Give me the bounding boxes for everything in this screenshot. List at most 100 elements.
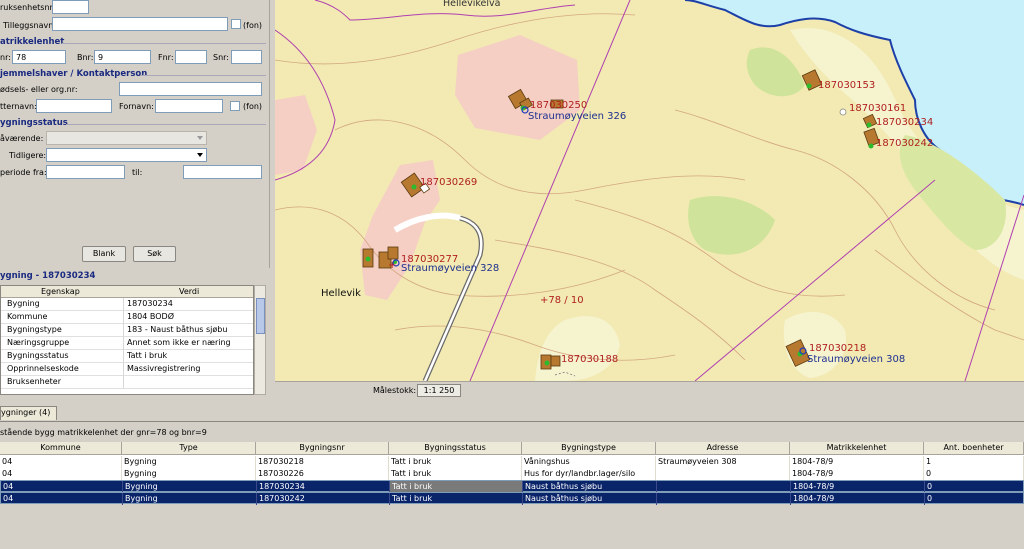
table-cell xyxy=(657,493,791,505)
scrollbar-thumb[interactable] xyxy=(256,298,265,334)
building-187030188-annex[interactable] xyxy=(550,355,561,367)
property-row[interactable]: Bygningsstatus Tatt i bruk xyxy=(1,350,253,363)
results-table: Kommune Type Bygningsnr Bygningsstatus Bygni… xyxy=(0,442,1024,505)
column-header[interactable]: Bygningstype xyxy=(522,442,656,455)
table-cell: Våningshus xyxy=(522,456,656,468)
tilleggsnavn-input[interactable] xyxy=(52,17,228,31)
bruksenhetsnr-input[interactable] xyxy=(52,0,89,14)
tidligere-select[interactable] xyxy=(46,148,207,162)
properties-scrollbar[interactable] xyxy=(254,285,266,395)
property-row[interactable]: Opprinnelseskode Massivregistrering xyxy=(1,363,253,376)
table-cell: 0 xyxy=(925,493,1024,505)
property-value: 187030234 xyxy=(127,299,173,308)
scale-field[interactable]: 1:1 250 xyxy=(417,384,461,397)
table-cell: 1804-78/9 xyxy=(791,493,925,505)
properties-grid: Egenskap Verdi Bygning 187030234 Kommune 18… xyxy=(0,285,254,395)
periode-fra-input[interactable] xyxy=(46,165,125,179)
plot-area xyxy=(455,35,580,140)
map-view[interactable]: + Hellevikelva 187030153 187030161 18703… xyxy=(275,0,1024,381)
table-row[interactable]: 04 Bygning 187030242 Tatt i bruk Naust båthu… xyxy=(0,492,1024,505)
building-187030277-annex[interactable] xyxy=(387,246,399,260)
column-header[interactable]: Bygningsnr xyxy=(256,442,389,455)
fornavn-input[interactable] xyxy=(155,99,223,113)
snr-input[interactable] xyxy=(231,50,262,64)
property-key: Bygningstype xyxy=(7,325,62,334)
column-separator xyxy=(123,298,124,311)
label-straumoyveien-308: Straumøyveien 308 xyxy=(807,354,905,365)
fornavn-fon-checkbox[interactable] xyxy=(230,101,240,111)
tidligere-label: Tidligere: xyxy=(9,151,47,160)
table-cell: 187030242 xyxy=(257,493,390,505)
map-canvas[interactable]: + Hellevikelva 187030153 187030161 18703… xyxy=(275,0,1024,381)
table-cell: Bygning xyxy=(123,493,257,505)
property-row[interactable]: Næringsgruppe Annet som ikke er næring xyxy=(1,337,253,350)
etternavn-input[interactable] xyxy=(36,99,112,113)
property-value: Massivregistrering xyxy=(127,364,201,373)
table-row[interactable]: 04 Bygning 187030234 Tatt i bruk Naust båthu… xyxy=(0,480,1024,493)
table-cell: Hus for dyr/landbr.lager/silo xyxy=(522,468,656,480)
label-187030188: 187030188 xyxy=(561,354,618,365)
table-cell: Naust båthus sjøbu xyxy=(523,493,657,505)
property-row[interactable]: Bygningstype 183 - Naust båthus sjøbu xyxy=(1,324,253,337)
fodselsnr-label: ødsels- eller org.nr: xyxy=(0,85,78,94)
property-row[interactable]: Bygning 187030234 xyxy=(1,298,253,311)
property-value: 1804 BODØ xyxy=(127,312,175,321)
table-cell: Bygning xyxy=(122,456,256,468)
label-187030250: 187030250 xyxy=(530,100,587,111)
table-cell: 04 xyxy=(0,468,122,480)
search-button[interactable]: Søk xyxy=(133,246,176,262)
fornavn-label: Fornavn: xyxy=(119,102,154,111)
property-key: Kommune xyxy=(7,312,48,321)
label-straumoyveien-326: Straumøyveien 326 xyxy=(528,111,626,122)
table-row[interactable]: 04 Bygning 187030218 Tatt i bruk Våningshus S… xyxy=(0,456,1024,468)
column-header[interactable]: Kommune xyxy=(0,442,122,455)
blank-button[interactable]: Blank xyxy=(82,246,126,262)
col-egenskap: Egenskap xyxy=(41,287,80,296)
property-value: Annet som ikke er næring xyxy=(127,338,231,347)
scale-label: Målestokk: xyxy=(373,386,417,395)
navarende-label: åværende: xyxy=(0,134,44,143)
navarende-select[interactable] xyxy=(46,131,207,145)
tilleggsnavn-fon-checkbox[interactable] xyxy=(231,19,241,29)
bygningsstatus-section: ygningsstatus xyxy=(0,118,68,128)
snr-label: Snr: xyxy=(213,53,229,62)
gnr-label: nr: xyxy=(0,53,11,62)
table-row[interactable]: 04 Bygning 187030226 Tatt i bruk Hus for dyr… xyxy=(0,468,1024,480)
fnr-label: Fnr: xyxy=(158,53,174,62)
property-key: Næringsgruppe xyxy=(7,338,70,347)
label-187030234: 187030234 xyxy=(876,117,933,128)
periode-til-label: til: xyxy=(132,168,143,177)
property-value: Tatt i bruk xyxy=(127,351,168,360)
matrikkelenhet-section: atrikkelenhet xyxy=(0,37,65,47)
column-header[interactable]: Adresse xyxy=(656,442,790,455)
property-row[interactable]: Bruksenheter xyxy=(1,376,253,389)
label-straumoyveien-328: Straumøyveien 328 xyxy=(401,263,499,274)
fodselsnr-input[interactable] xyxy=(119,82,262,96)
periode-fra-label: periode fra: xyxy=(0,168,47,177)
column-header[interactable]: Matrikkelenhet xyxy=(790,442,924,455)
bnr-label: Bnr: xyxy=(77,53,94,62)
table-cell: 04 xyxy=(0,456,122,468)
properties-panel: ygning - 187030234 Egenskap Verdi Bygnin… xyxy=(0,268,270,400)
label-hellevik: Hellevik xyxy=(321,288,361,299)
column-header[interactable]: Bygningsstatus xyxy=(389,442,522,455)
periode-til-input[interactable] xyxy=(183,165,262,179)
hjemmelshaver-section: jemmelshaver / Kontaktperson xyxy=(0,69,148,79)
column-header[interactable]: Type xyxy=(122,442,256,455)
column-separator xyxy=(123,324,124,337)
etternavn-label: tternavn: xyxy=(0,102,37,111)
vegetation-area xyxy=(688,196,775,255)
table-cell: Tatt i bruk xyxy=(390,493,523,505)
fnr-input[interactable] xyxy=(175,50,207,64)
gnr-input[interactable]: 78 xyxy=(12,50,66,64)
property-key: Bygning xyxy=(7,299,40,308)
label-187030269: 187030269 xyxy=(420,177,477,188)
column-separator xyxy=(123,311,124,324)
unplaced-marker xyxy=(839,108,847,116)
table-cell: 04 xyxy=(1,493,123,505)
column-header[interactable]: Ant. boenheter xyxy=(924,442,1024,455)
property-value: 183 - Naust båthus sjøbu xyxy=(127,325,228,334)
property-row[interactable]: Kommune 1804 BODØ xyxy=(1,311,253,324)
tab-bygninger[interactable]: ygninger (4) xyxy=(0,406,58,420)
bnr-input[interactable]: 9 xyxy=(94,50,151,64)
